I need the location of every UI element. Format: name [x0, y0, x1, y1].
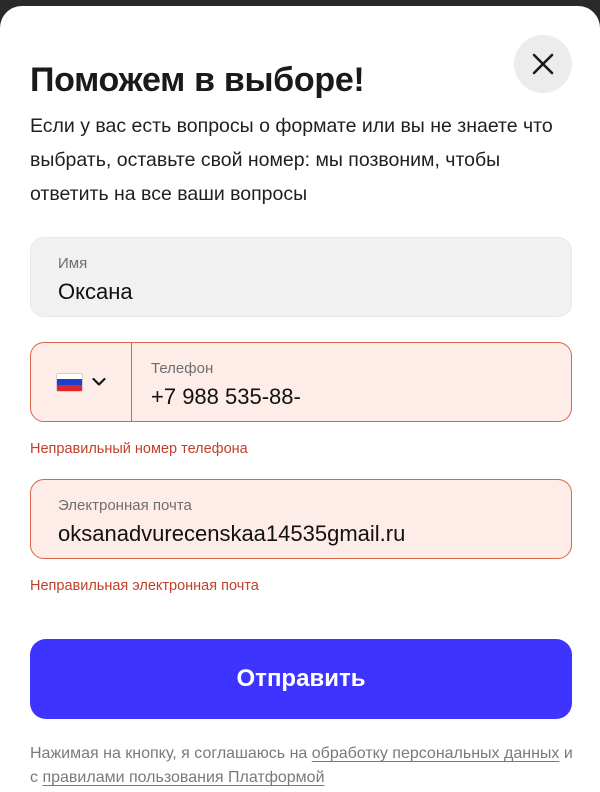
country-selector[interactable]	[31, 343, 132, 421]
personal-data-link[interactable]: обработку персональных данных	[312, 745, 560, 762]
chevron-down-icon	[92, 377, 106, 386]
email-field-label: Электронная почта	[58, 497, 192, 514]
phone-error-message: Неправильный номер телефона	[30, 441, 248, 457]
platform-rules-link[interactable]: правилами пользования Платформой	[42, 769, 324, 786]
name-field-label: Имя	[58, 255, 88, 272]
phone-field-label: Телефон	[151, 360, 214, 377]
callback-modal: Поможем в выборе! Если у вас есть вопрос…	[0, 6, 600, 792]
close-icon	[532, 53, 554, 75]
close-button[interactable]	[514, 35, 572, 93]
email-input[interactable]: oksanadvurecenskaa14535gmail.ru	[58, 521, 405, 547]
legal-consent-text: Нажимая на кнопку, я соглашаюсь на обраб…	[30, 742, 575, 790]
email-field[interactable]: Электронная почта oksanadvurecenskaa1453…	[30, 479, 572, 559]
modal-title: Поможем в выборе!	[30, 61, 365, 99]
legal-prefix: Нажимая на кнопку, я соглашаюсь на	[30, 745, 312, 762]
name-input[interactable]: Оксана	[58, 279, 133, 305]
name-field[interactable]: Имя Оксана	[30, 237, 572, 317]
phone-input[interactable]: +7 988 535-88-	[151, 384, 301, 410]
email-error-message: Неправильная электронная почта	[30, 578, 259, 594]
russia-flag-icon	[56, 372, 83, 392]
submit-button[interactable]: Отправить	[30, 639, 572, 719]
phone-field[interactable]: Телефон +7 988 535-88-	[30, 342, 572, 422]
modal-subtitle: Если у вас есть вопросы о формате или вы…	[30, 115, 553, 205]
